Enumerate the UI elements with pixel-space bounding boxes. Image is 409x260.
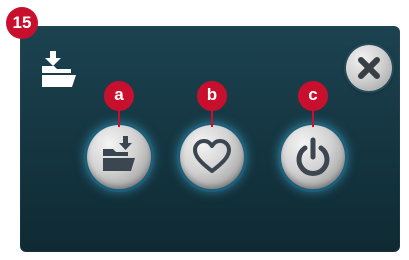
power-icon xyxy=(296,137,330,176)
power-button[interactable] xyxy=(281,125,345,189)
folder-import-icon xyxy=(40,49,90,89)
close-button[interactable] xyxy=(346,45,392,91)
close-icon xyxy=(358,57,380,79)
favorites-button[interactable] xyxy=(180,125,244,189)
folder-import-icon xyxy=(103,136,135,171)
import-folder-button[interactable] xyxy=(87,125,151,189)
callout-c: c xyxy=(298,81,328,111)
callout-a: a xyxy=(104,81,134,111)
callout-b: b xyxy=(197,81,227,111)
heart-icon xyxy=(193,139,231,173)
step-number-badge: 15 xyxy=(6,7,38,39)
